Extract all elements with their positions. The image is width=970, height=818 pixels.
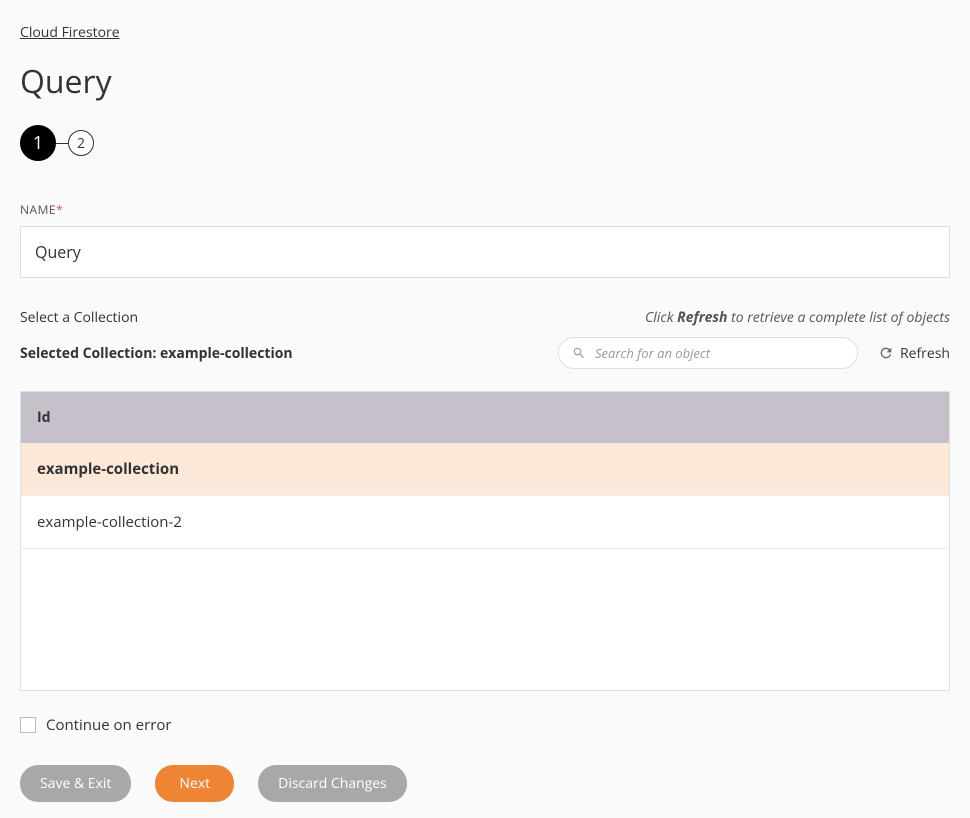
continue-on-error-label: Continue on error	[46, 715, 171, 735]
step-1[interactable]: 1	[20, 125, 56, 161]
stepper: 1 2	[20, 125, 950, 161]
table-row[interactable]: example-collection	[21, 443, 949, 496]
select-collection-label: Select a Collection	[20, 308, 138, 327]
hint-prefix: Click	[645, 308, 677, 327]
discard-changes-button[interactable]: Discard Changes	[258, 765, 407, 802]
selected-collection-label: Selected Collection: example-collection	[20, 344, 293, 363]
name-input[interactable]	[20, 226, 950, 278]
search-icon	[572, 346, 586, 360]
required-asterisk: *	[56, 201, 63, 218]
selected-prefix: Selected Collection:	[20, 344, 160, 363]
next-button[interactable]: Next	[155, 765, 234, 802]
continue-on-error-checkbox[interactable]	[20, 717, 36, 733]
page-title: Query	[20, 60, 950, 103]
selected-value: example-collection	[160, 344, 293, 363]
save-exit-button[interactable]: Save & Exit	[20, 765, 131, 802]
table-row[interactable]: example-collection-2	[21, 496, 949, 549]
name-label-text: NAME	[20, 201, 56, 218]
hint-bold: Refresh	[677, 308, 727, 327]
hint-suffix: to retrieve a complete list of objects	[728, 308, 951, 327]
refresh-label: Refresh	[900, 344, 950, 363]
collection-table: Id example-collection example-collection…	[20, 391, 950, 691]
name-field-label: NAME*	[20, 201, 950, 218]
search-input[interactable]	[558, 337, 858, 369]
refresh-icon	[878, 345, 894, 361]
step-2[interactable]: 2	[68, 130, 94, 156]
breadcrumb-link[interactable]: Cloud Firestore	[20, 23, 120, 42]
search-wrap	[558, 337, 858, 369]
step-connector	[56, 143, 68, 144]
refresh-button[interactable]: Refresh	[878, 344, 950, 363]
refresh-hint: Click Refresh to retrieve a complete lis…	[645, 308, 950, 327]
table-header-id: Id	[21, 392, 949, 443]
